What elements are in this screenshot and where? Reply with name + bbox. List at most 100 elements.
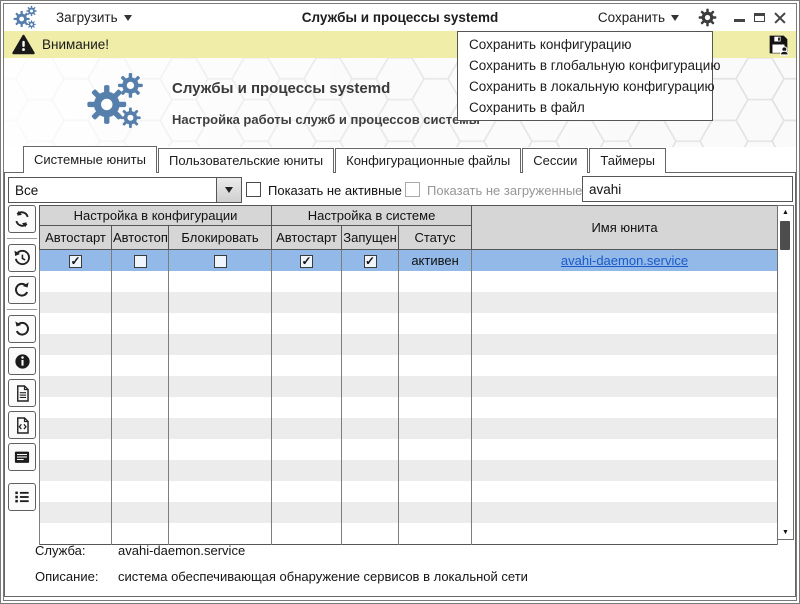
table-row[interactable] — [40, 460, 778, 481]
chevron-down-icon — [124, 15, 132, 21]
autostart-config-checkbox[interactable] — [69, 255, 82, 268]
unit-file-button[interactable] — [8, 379, 36, 407]
save-button-label: Сохранить — [598, 10, 665, 25]
column-header-status: Статус — [399, 226, 472, 250]
column-header-running: Запущен — [342, 226, 399, 250]
table-row[interactable] — [40, 355, 778, 376]
tab-timers[interactable]: Таймеры — [589, 148, 666, 173]
block-checkbox[interactable] — [214, 255, 227, 268]
journal-icon — [12, 447, 32, 467]
tab-user-units[interactable]: Пользовательские юниты — [158, 148, 334, 173]
maximize-button[interactable] — [754, 13, 765, 22]
undo-button[interactable] — [8, 315, 36, 343]
column-header-unit-name: Имя юнита — [472, 206, 778, 250]
autostop-checkbox[interactable] — [134, 255, 147, 268]
banner-title: Службы и процессы systemd — [172, 80, 390, 97]
close-button[interactable] — [774, 12, 786, 24]
settings-gear-button[interactable] — [698, 8, 717, 27]
history-icon — [12, 248, 32, 268]
table-row[interactable] — [40, 376, 778, 397]
save-button[interactable]: Сохранить — [598, 10, 679, 25]
save-menu: Сохранить конфигурацию Сохранить в глоба… — [457, 31, 713, 121]
column-header-autostart-system: Автостарт — [272, 226, 342, 250]
table-row[interactable] — [40, 418, 778, 439]
scroll-down-button[interactable]: ▼ — [778, 526, 793, 539]
table-row[interactable] — [40, 502, 778, 523]
minimize-button[interactable] — [734, 19, 745, 22]
service-value: avahi-daemon.service — [118, 543, 245, 558]
gear-icon — [698, 8, 717, 27]
unit-filter-select[interactable]: Все — [8, 177, 242, 203]
file-code-icon — [13, 416, 32, 435]
table-row[interactable] — [40, 397, 778, 418]
table-row[interactable] — [40, 313, 778, 334]
load-button[interactable]: Загрузить — [56, 10, 132, 25]
table-row[interactable] — [40, 523, 778, 545]
show-unloaded-label: Показать не загруженные — [427, 183, 582, 198]
menu-item-save-local-config[interactable]: Сохранить в локальную конфигурацию — [458, 76, 712, 97]
description-label: Описание: — [35, 569, 98, 584]
info-button[interactable] — [8, 347, 36, 375]
reload-unit-button[interactable] — [8, 276, 36, 304]
tab-sessions[interactable]: Сессии — [522, 148, 588, 173]
column-header-autostart-config: Автостарт — [40, 226, 112, 250]
column-header-block: Блокировать — [169, 226, 272, 250]
menu-item-save-global-config[interactable]: Сохранить в глобальную конфигурацию — [458, 55, 712, 76]
refresh-icon — [12, 209, 32, 229]
unit-source-button[interactable] — [8, 411, 36, 439]
info-icon — [13, 352, 32, 371]
table-row[interactable] — [40, 439, 778, 460]
show-unloaded-checkbox[interactable] — [405, 182, 420, 197]
floppy-save-icon — [766, 32, 791, 57]
unit-filter-value: Все — [9, 183, 216, 198]
table-row[interactable] — [40, 271, 778, 292]
show-inactive-checkbox[interactable] — [246, 182, 261, 197]
description-value: система обеспечивающая обнаружение серви… — [118, 569, 528, 584]
warning-triangle-icon — [12, 34, 35, 55]
column-header-autostop: Автостоп — [112, 226, 169, 250]
units-table-body: активен avahi-daemon.service — [40, 250, 778, 545]
table-row[interactable] — [40, 481, 778, 502]
unit-name-link[interactable]: avahi-daemon.service — [561, 253, 688, 268]
toolbar-separator — [7, 238, 37, 239]
main-content: Все Показать не активные Показать не заг… — [4, 172, 796, 597]
tab-system-units[interactable]: Системные юниты — [23, 146, 157, 173]
refresh-button[interactable] — [8, 205, 36, 233]
warning-label: Внимание! — [42, 37, 109, 52]
table-row[interactable] — [40, 292, 778, 313]
dependencies-list-button[interactable] — [8, 483, 36, 511]
chevron-down-icon — [671, 15, 679, 21]
group-header-system: Настройка в системе — [272, 206, 472, 226]
autostart-system-checkbox[interactable] — [300, 255, 313, 268]
history-button[interactable] — [8, 244, 36, 272]
tab-bar: Системные юниты Пользовательские юниты К… — [4, 147, 796, 173]
scroll-up-button[interactable]: ▲ — [778, 206, 793, 219]
table-row-avahi[interactable]: активен avahi-daemon.service — [40, 250, 778, 272]
status-cell: активен — [399, 250, 472, 272]
menu-item-save-to-file[interactable]: Сохранить в файл — [458, 97, 712, 118]
titlebar: Загрузить Службы и процессы systemd Сохр… — [4, 4, 796, 32]
table-row[interactable] — [40, 334, 778, 355]
combo-arrow-icon — [216, 178, 241, 202]
banner-gears-icon — [86, 70, 146, 132]
banner-subtitle: Настройка работы служб и процессов систе… — [172, 112, 480, 127]
list-icon — [12, 487, 32, 507]
undo-icon — [12, 319, 32, 339]
running-checkbox[interactable] — [364, 255, 377, 268]
table-scrollbar[interactable]: ▲ ▼ — [777, 205, 794, 540]
app-window: Загрузить Службы и процессы systemd Сохр… — [0, 0, 800, 604]
tab-config-files[interactable]: Конфигурационные файлы — [335, 148, 521, 173]
units-table: Настройка в конфигурации Настройка в сис… — [39, 205, 778, 545]
window-frame: Загрузить Службы и процессы systemd Сохр… — [3, 3, 797, 601]
journal-button[interactable] — [8, 443, 36, 471]
sidebar-toolbar — [6, 205, 38, 515]
scroll-thumb[interactable] — [780, 221, 790, 250]
save-config-button[interactable] — [766, 32, 791, 57]
reload-icon — [12, 280, 32, 300]
group-header-config: Настройка в конфигурации — [40, 206, 272, 226]
units-table-wrap: Настройка в конфигурации Настройка в сис… — [39, 205, 778, 540]
menu-item-save-config[interactable]: Сохранить конфигурацию — [458, 34, 712, 55]
search-input[interactable] — [582, 176, 793, 202]
toolbar-separator — [7, 309, 37, 310]
load-button-label: Загрузить — [56, 10, 118, 25]
